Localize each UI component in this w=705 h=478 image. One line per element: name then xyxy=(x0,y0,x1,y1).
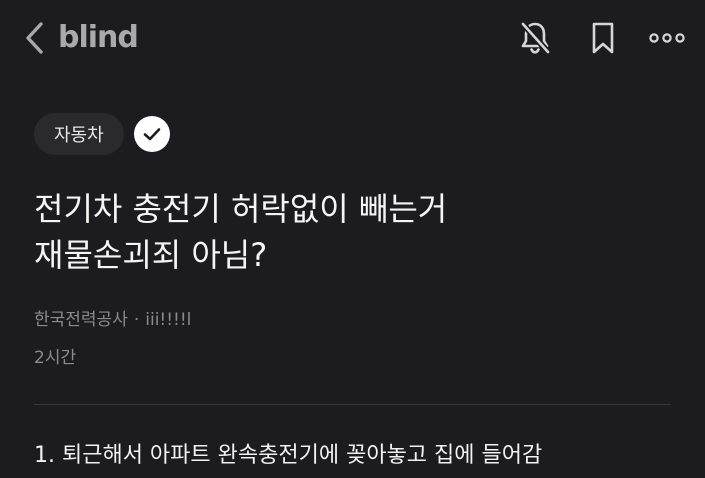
post-title: 전기차 충전기 허락없이 빼는거 재물손괴죄 아님? xyxy=(34,186,654,278)
bookmark-icon xyxy=(592,22,614,54)
more-options-button[interactable] xyxy=(647,18,687,58)
post-title-line-1: 전기차 충전기 허락없이 빼는거 xyxy=(34,190,448,228)
author-nickname: iii!!!!l xyxy=(145,310,192,330)
category-row: 자동차 xyxy=(34,112,170,156)
bell-off-icon xyxy=(520,22,551,54)
post-time: 2시간 xyxy=(34,348,77,368)
back-icon xyxy=(26,22,43,54)
author-company[interactable]: 한국전력공사 xyxy=(34,310,128,330)
blind-logo[interactable]: blind xyxy=(58,16,139,60)
notification-toggle-button[interactable] xyxy=(515,18,555,58)
top-bar: blind xyxy=(0,0,705,76)
post-body: 1. 퇴근해서 아파트 완속충전기에 꽂아놓고 집에 들어감 xyxy=(34,443,543,468)
post-title-line-2: 재물손괴죄 아님? xyxy=(34,236,268,274)
divider xyxy=(34,404,671,405)
meta-separator: · xyxy=(133,310,140,330)
back-button[interactable] xyxy=(20,18,50,58)
category-chip[interactable]: 자동차 xyxy=(34,113,124,155)
check-icon xyxy=(143,128,160,141)
follow-category-button[interactable] xyxy=(133,116,170,152)
author-info: 한국전력공사 · iii!!!!l xyxy=(34,305,191,330)
bookmark-button[interactable] xyxy=(583,18,623,58)
more-icon xyxy=(649,33,685,43)
